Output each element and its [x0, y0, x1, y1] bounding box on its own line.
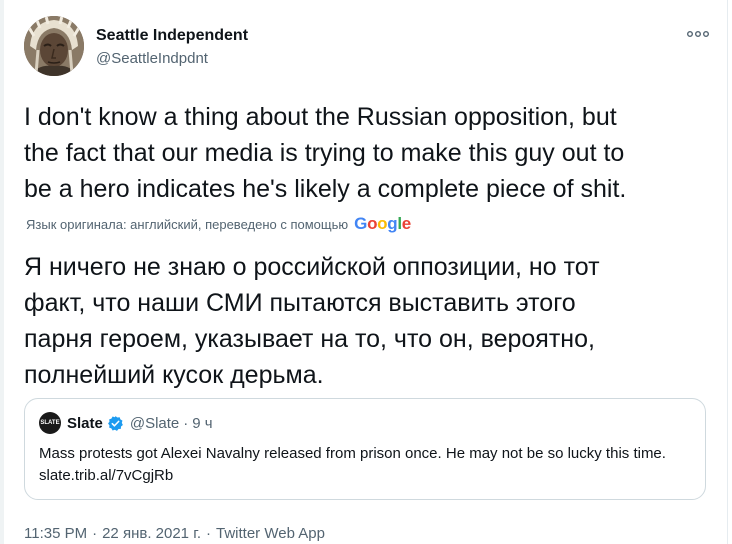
translation-note: Язык оригинала: английский, переведено с… [26, 214, 411, 234]
tweet-footer: 11:35 PM · 22 янв. 2021 г. · Twitter Web… [24, 522, 325, 544]
verified-badge-icon [107, 415, 123, 431]
footer-separator: · [92, 524, 98, 542]
quoted-time[interactable]: 9 ч [192, 415, 212, 432]
footer-time[interactable]: 11:35 PM [24, 525, 87, 542]
more-icon [687, 30, 710, 37]
author-handle[interactable]: @SeattleIndpdnt [96, 49, 248, 69]
footer-source[interactable]: Twitter Web App [216, 525, 325, 542]
more-options-button[interactable] [684, 24, 712, 44]
right-divider [727, 0, 728, 544]
left-rail [0, 0, 4, 544]
quoted-separator: · [183, 414, 189, 432]
avatar-portrait-icon [24, 16, 84, 76]
quoted-body: Mass protests got Alexei Navalny release… [39, 445, 666, 462]
tweet-header: Seattle Independent @SeattleIndpdnt [24, 16, 712, 78]
quoted-text: Mass protests got Alexei Navalny release… [39, 443, 689, 487]
quoted-link[interactable]: slate.trib.al/7vCgjRb [39, 467, 173, 484]
author-names: Seattle Independent @SeattleIndpdnt [96, 26, 248, 69]
quoted-tweet-header: SLATE Slate @Slate · 9 ч [39, 411, 213, 435]
google-logo[interactable]: Google [354, 214, 411, 234]
avatar[interactable] [24, 16, 84, 76]
quoted-tweet[interactable]: SLATE Slate @Slate · 9 ч Mass protests g… [24, 398, 706, 500]
author-display-name[interactable]: Seattle Independent [96, 26, 248, 46]
tweet-text: I don't know a thing about the Russian o… [24, 103, 627, 203]
footer-date[interactable]: 22 янв. 2021 г. [102, 525, 201, 542]
slate-avatar[interactable]: SLATE [39, 412, 61, 434]
translated-text: Я ничего не знаю о российской оппозиции,… [24, 253, 600, 389]
translation-note-text: Язык оригинала: английский, переведено с… [26, 216, 349, 232]
footer-separator: · [206, 524, 211, 542]
quoted-author-handle[interactable]: @Slate [130, 415, 179, 432]
quoted-author-name[interactable]: Slate [67, 415, 103, 432]
